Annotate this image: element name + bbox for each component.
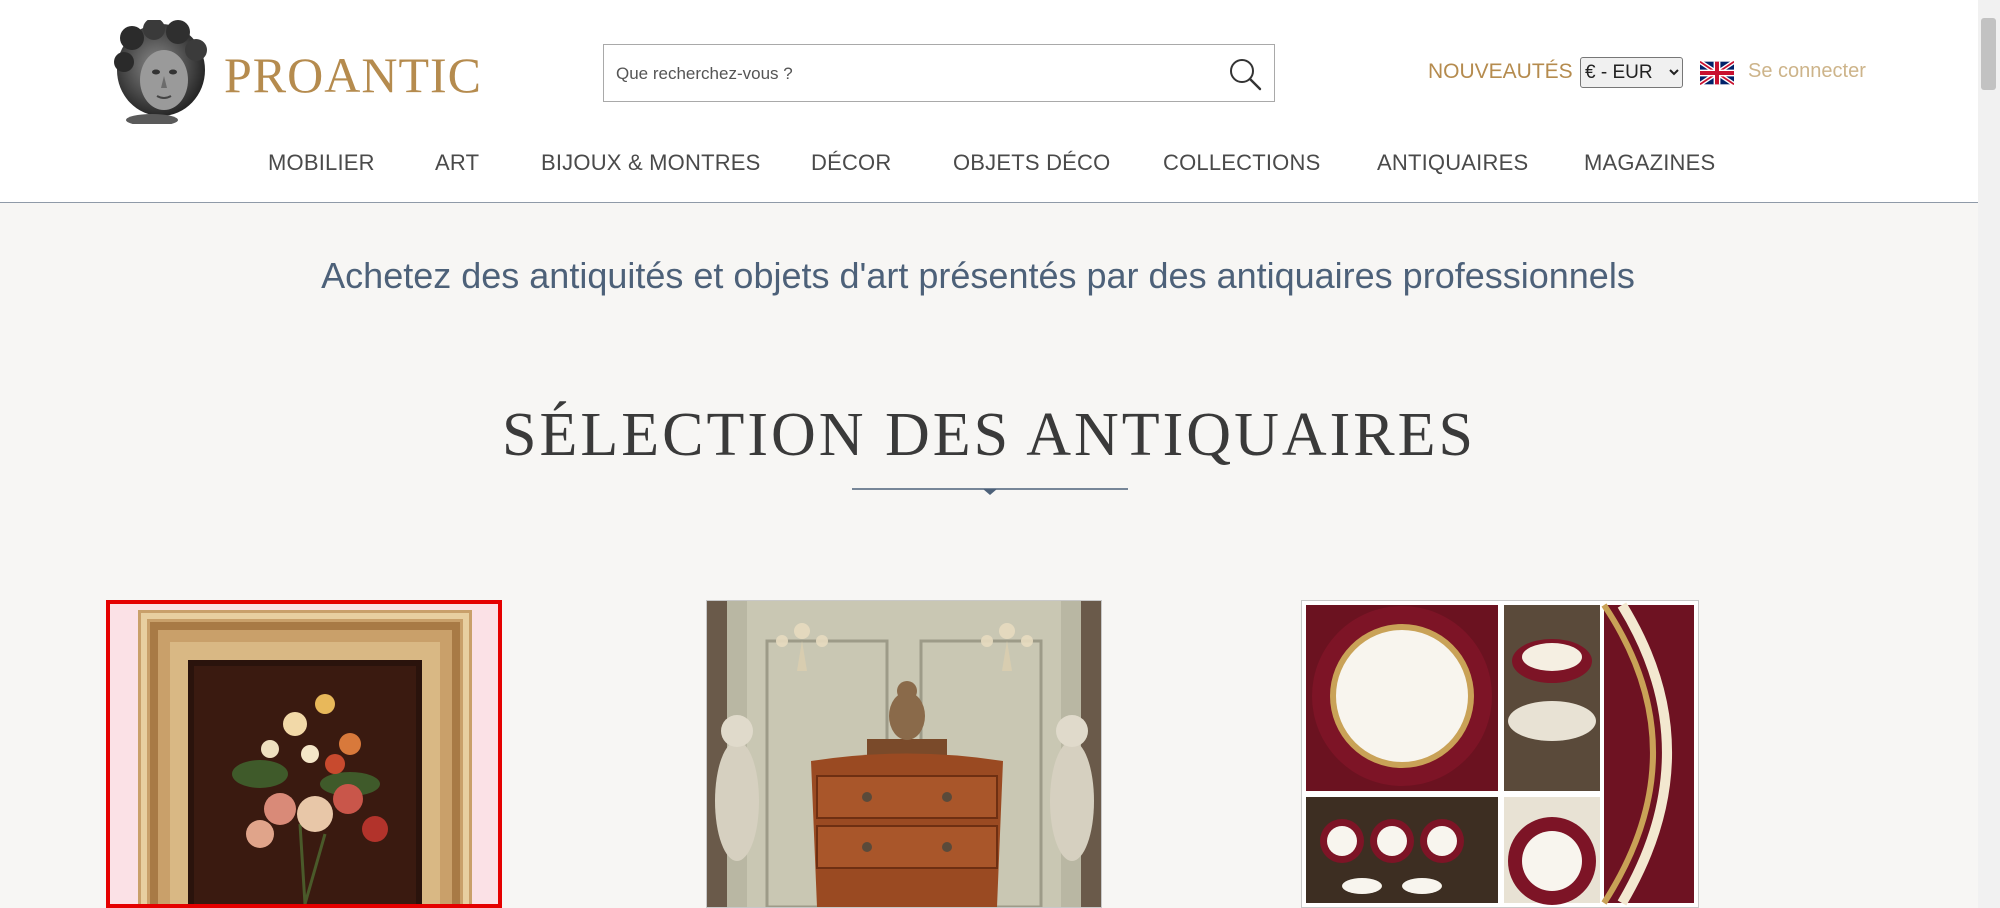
floral-painting-image bbox=[110, 604, 498, 904]
login-link[interactable]: Se connecter bbox=[1748, 60, 1866, 83]
nav-item-objets-deco[interactable]: OBJETS DÉCO bbox=[953, 150, 1110, 176]
currency-select[interactable]: € - EUR bbox=[1580, 57, 1683, 88]
product-card-porcelain-service[interactable] bbox=[1301, 600, 1699, 908]
product-card-floral-painting[interactable] bbox=[106, 600, 502, 908]
product-card-commode[interactable] bbox=[706, 600, 1102, 908]
title-divider bbox=[852, 488, 1128, 495]
logo-head-icon[interactable] bbox=[112, 20, 210, 124]
nav-item-mobilier[interactable]: MOBILIER bbox=[268, 150, 375, 176]
nav-item-bijoux-montres[interactable]: BIJOUX & MONTRES bbox=[541, 150, 761, 176]
site-header: PROANTIC NOUVEAUTÉS € - EUR Se connecter… bbox=[0, 0, 1978, 203]
tagline: Achetez des antiquités et objets d'art p… bbox=[321, 255, 1635, 296]
porcelain-service-image bbox=[1302, 601, 1698, 907]
main-nav: MOBILIER ART BIJOUX & MONTRES DÉCOR OBJE… bbox=[0, 150, 1978, 180]
nav-item-decor[interactable]: DÉCOR bbox=[811, 150, 891, 176]
commode-image bbox=[707, 601, 1101, 907]
search-input[interactable] bbox=[614, 45, 1208, 103]
new-arrivals-link[interactable]: NOUVEAUTÉS bbox=[1428, 60, 1573, 84]
scrollbar-thumb[interactable] bbox=[1981, 18, 1996, 90]
nav-item-collections[interactable]: COLLECTIONS bbox=[1163, 150, 1320, 176]
page-scrollbar[interactable] bbox=[1978, 0, 2000, 908]
nav-item-antiquaires[interactable]: ANTIQUAIRES bbox=[1377, 150, 1528, 176]
search-box bbox=[603, 44, 1275, 103]
search-icon[interactable] bbox=[1226, 55, 1264, 93]
brand-name[interactable]: PROANTIC bbox=[224, 46, 482, 104]
nav-item-magazines[interactable]: MAGAZINES bbox=[1584, 150, 1715, 176]
section-title: SÉLECTION DES ANTIQUAIRES bbox=[502, 401, 1476, 469]
uk-flag-icon[interactable] bbox=[1700, 61, 1734, 85]
nav-item-art[interactable]: ART bbox=[435, 150, 479, 176]
